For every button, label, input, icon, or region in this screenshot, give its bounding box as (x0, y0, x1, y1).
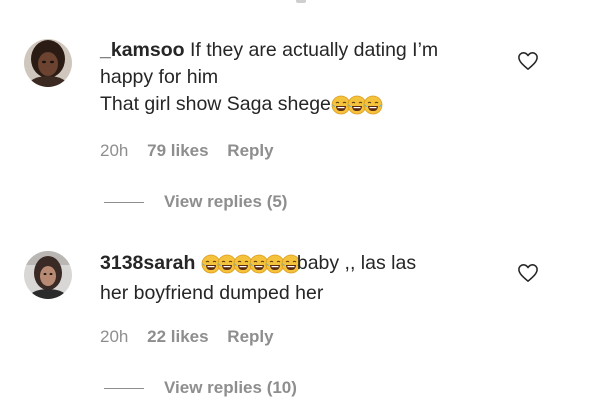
like-heart-icon[interactable] (517, 263, 539, 283)
comment-text: 3138sarah baby ,, las las her boyfriend … (100, 250, 505, 307)
comment-username[interactable]: _kamsoo (100, 39, 185, 61)
comment-time: 20h (100, 141, 129, 160)
comment-text: _kamsoo If they are actually dating I’m … (100, 37, 505, 121)
comment-line: happy for him (100, 66, 219, 88)
face-with-tears-of-joy-icon (363, 95, 383, 115)
comment-line: That girl show Saga shege (100, 93, 331, 115)
comment-line: baby ,, las las (296, 252, 417, 274)
comment-line: her boyfriend dumped her (100, 282, 324, 304)
view-replies-label: View replies (5) (164, 192, 288, 211)
comment-line: If they are actually dating I’m (189, 39, 439, 61)
avatar[interactable] (24, 251, 72, 299)
divider-line (104, 202, 144, 204)
view-replies-button[interactable]: View replies (10) (104, 378, 297, 398)
view-replies-button[interactable]: View replies (5) (104, 192, 287, 212)
comment-likes[interactable]: 79 likes (147, 141, 208, 161)
emoji-group (331, 94, 383, 121)
comment-meta: 20h 22 likes Reply (100, 327, 288, 347)
view-replies-label: View replies (10) (164, 378, 297, 397)
comment-time: 20h (100, 327, 129, 346)
comment-meta: 20h 79 likes Reply (100, 141, 288, 161)
comment-likes[interactable]: 22 likes (147, 327, 208, 347)
like-heart-icon[interactable] (517, 51, 539, 71)
reply-button[interactable]: Reply (227, 327, 273, 347)
emoji-group (201, 253, 301, 280)
reply-button[interactable]: Reply (227, 141, 273, 161)
divider-line (104, 388, 144, 390)
comment-username[interactable]: 3138sarah (100, 252, 195, 274)
scroll-indicator (296, 0, 306, 3)
avatar[interactable] (24, 39, 72, 87)
